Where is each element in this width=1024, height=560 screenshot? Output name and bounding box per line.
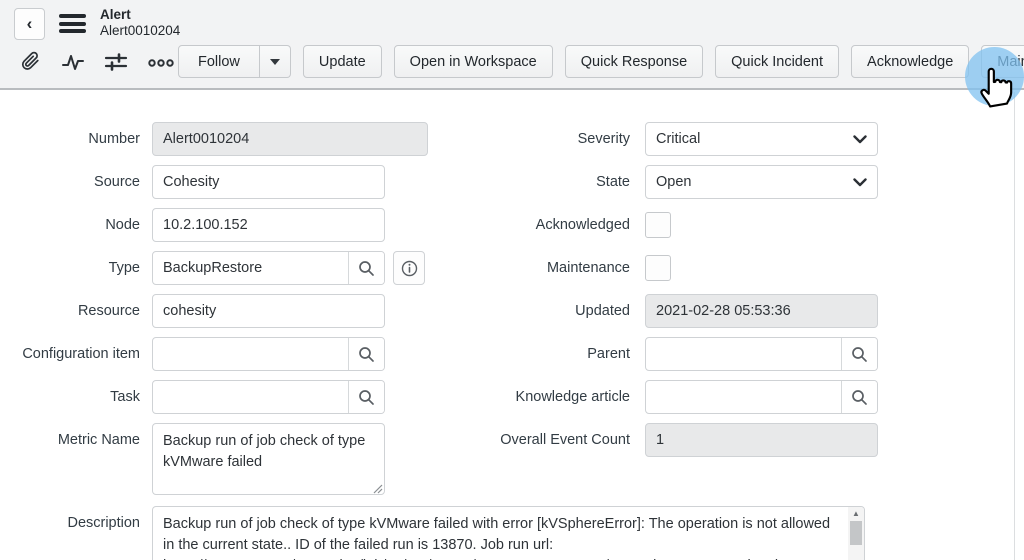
type-search-button[interactable] — [348, 252, 384, 284]
node-label: Node — [0, 208, 140, 242]
activity-pulse-icon[interactable] — [60, 50, 86, 74]
state-select[interactable]: Open — [645, 165, 878, 199]
number-label: Number — [0, 122, 140, 156]
task-input[interactable] — [153, 381, 348, 413]
knowledge-article-input[interactable] — [646, 381, 841, 413]
search-icon — [358, 389, 375, 406]
quick-incident-button[interactable]: Quick Incident — [715, 45, 839, 78]
follow-button[interactable]: Follow — [178, 45, 260, 78]
search-icon — [851, 389, 868, 406]
page-title: Alert — [100, 7, 180, 23]
back-button[interactable]: ‹ — [14, 8, 45, 40]
node-input[interactable] — [152, 208, 385, 242]
scroll-up-icon[interactable]: ▲ — [852, 507, 860, 520]
chevron-down-icon — [853, 135, 867, 144]
resize-handle-icon[interactable] — [373, 484, 383, 494]
maintenance-button[interactable]: Maintenance — [981, 45, 1024, 78]
number-input — [152, 122, 428, 156]
follow-dropdown-button[interactable] — [260, 45, 291, 78]
task-reference-field — [152, 380, 385, 414]
action-button-row: Follow Update Open in Workspace Quick Re… — [178, 45, 1024, 78]
alert-form: Number Source Node Type Resource Configu… — [0, 92, 1024, 560]
acknowledged-label: Acknowledged — [420, 212, 630, 238]
page-title-block: Alert Alert0010204 — [100, 7, 180, 39]
type-reference-field — [152, 251, 385, 285]
search-icon — [358, 346, 375, 363]
state-label: State — [420, 165, 630, 199]
parent-search-button[interactable] — [841, 338, 877, 370]
state-value: Open — [656, 174, 691, 190]
parent-input[interactable] — [646, 338, 841, 370]
open-in-workspace-button[interactable]: Open in Workspace — [394, 45, 553, 78]
metric-name-label: Metric Name — [0, 423, 140, 457]
maintenance-checkbox[interactable] — [645, 255, 671, 281]
configuration-item-input[interactable] — [153, 338, 348, 370]
record-number: Alert0010204 — [100, 23, 180, 39]
source-label: Source — [0, 165, 140, 199]
severity-label: Severity — [420, 122, 630, 156]
source-input[interactable] — [152, 165, 385, 199]
updated-input — [645, 294, 878, 328]
follow-split-button: Follow — [178, 45, 291, 78]
severity-value: Critical — [656, 131, 700, 147]
knowledge-article-search-button[interactable] — [841, 381, 877, 413]
filter-sliders-icon[interactable] — [103, 50, 129, 74]
parent-reference-field — [645, 337, 878, 371]
quick-response-button[interactable]: Quick Response — [565, 45, 703, 78]
knowledge-article-reference-field — [645, 380, 878, 414]
more-options-icon[interactable] — [146, 50, 176, 74]
description-textarea[interactable]: Backup run of job check of type kVMware … — [152, 506, 865, 560]
overall-event-count-input — [645, 423, 878, 457]
resource-label: Resource — [0, 294, 140, 328]
configuration-item-reference-field — [152, 337, 385, 371]
metric-name-textarea[interactable]: Backup run of job check of type kVMware … — [152, 423, 385, 495]
info-icon — [401, 260, 418, 277]
back-chevron-icon: ‹ — [27, 14, 33, 34]
parent-label: Parent — [420, 337, 630, 371]
description-label: Description — [0, 506, 140, 540]
caret-down-icon — [270, 59, 280, 65]
acknowledged-checkbox[interactable] — [645, 212, 671, 238]
maintenance-label: Maintenance — [420, 255, 630, 281]
update-button[interactable]: Update — [303, 45, 382, 78]
chevron-down-icon — [853, 178, 867, 187]
paperclip-icon[interactable] — [19, 50, 43, 74]
knowledge-article-label: Knowledge article — [420, 380, 630, 414]
scrollbar-thumb[interactable] — [850, 521, 862, 545]
acknowledge-button[interactable]: Acknowledge — [851, 45, 969, 78]
task-label: Task — [0, 380, 140, 414]
form-right-divider — [1014, 92, 1015, 560]
task-search-button[interactable] — [348, 381, 384, 413]
type-input[interactable] — [153, 252, 348, 284]
search-icon — [358, 260, 375, 277]
configuration-item-label: Configuration item — [0, 337, 140, 371]
configuration-item-search-button[interactable] — [348, 338, 384, 370]
description-scrollbar[interactable]: ▲ ▼ — [848, 507, 864, 560]
overall-event-count-label: Overall Event Count — [420, 423, 630, 457]
hamburger-menu-icon[interactable] — [59, 14, 86, 37]
updated-label: Updated — [420, 294, 630, 328]
header-bar: ‹ Alert Alert0010204 Follow — [0, 0, 1024, 90]
severity-select[interactable]: Critical — [645, 122, 878, 156]
resource-input[interactable] — [152, 294, 385, 328]
type-label: Type — [0, 251, 140, 285]
search-icon — [851, 346, 868, 363]
